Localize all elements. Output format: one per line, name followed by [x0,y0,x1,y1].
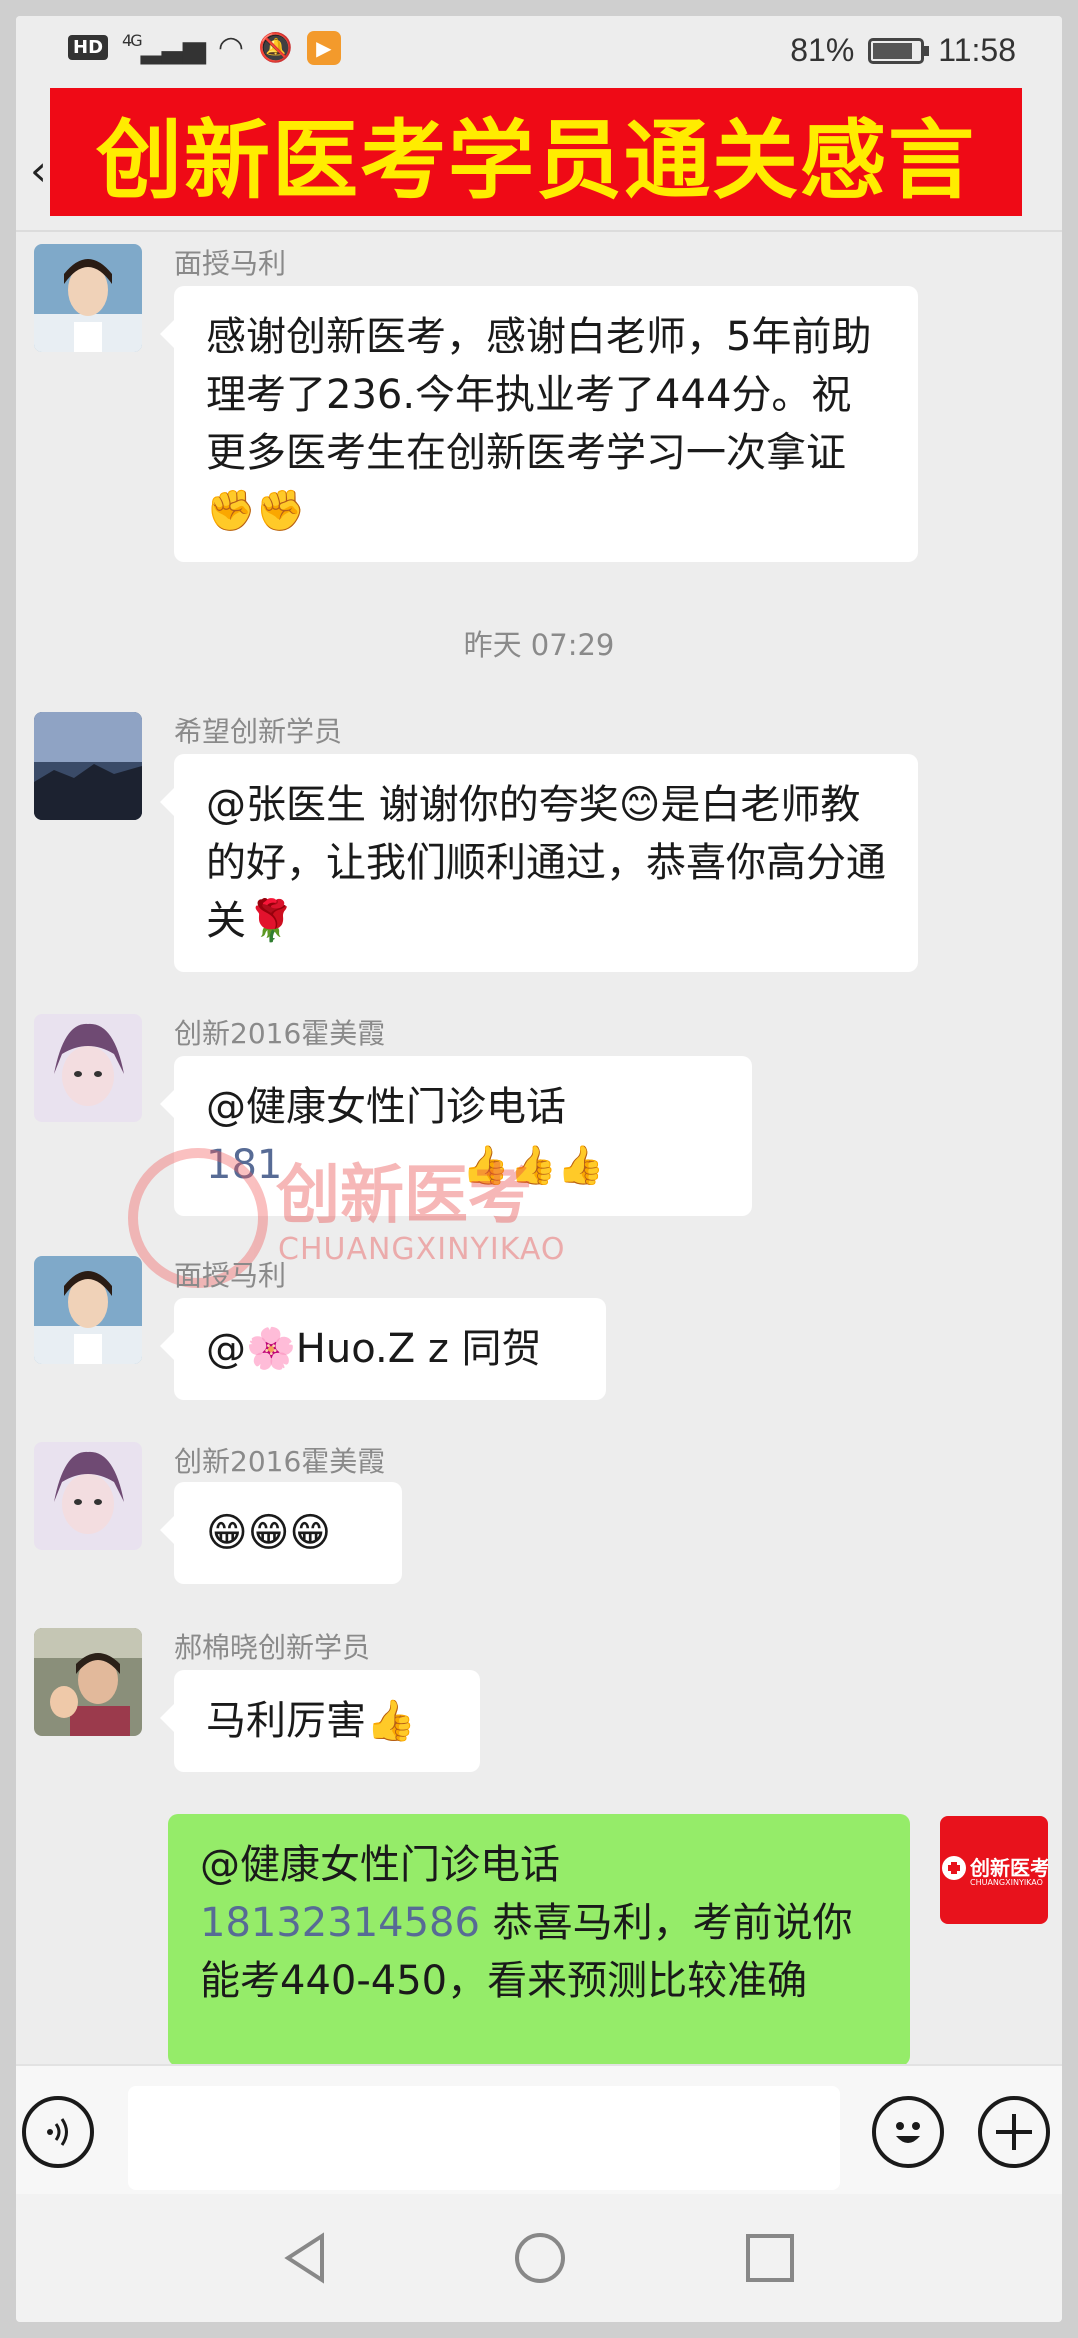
battery-percent: 81% [790,32,855,68]
nav-back-icon[interactable] [278,2230,334,2286]
message-bubble[interactable]: 😁😁😁 [160,1482,402,1584]
avatar[interactable] [34,1256,142,1364]
phone-fragment[interactable]: 181 [206,1142,282,1188]
sender-name: 希望创新学员 [174,715,343,748]
sender-name: 创新2016霍美霞 [174,1017,386,1050]
message-bubble[interactable]: 感谢创新医考，感谢白老师，5年前助理考了236.今年执业考了444分。祝更多医考… [160,286,918,562]
banner-title: 创新医考学员通关感言 [50,88,1022,216]
my-avatar[interactable]: 创新医考 CHUANGXINYIKAO [940,1816,1048,1924]
nav-recents-icon[interactable] [742,2230,798,2286]
input-bar [16,2064,1062,2194]
status-bar: HD 4G▂▃▅ ◠ 🔕 ▶ 81% 11:58 [16,16,1062,82]
message-bubble[interactable]: 马利厉害👍 [160,1670,480,1772]
system-nav-bar [16,2194,1062,2322]
plus-icon[interactable] [978,2096,1050,2168]
status-right: 81% 11:58 [790,32,1016,69]
message-line: @健康女性门诊电话 [206,1084,566,1130]
status-left: HD 4G▂▃▅ ◠ 🔕 ▶ [68,30,341,65]
hd-badge: HD [68,35,109,60]
video-app-icon: ▶ [306,30,341,65]
avatar[interactable] [34,1014,142,1122]
my-avatar-sublabel: CHUANGXINYIKAO [970,1878,1043,1887]
clock: 11:58 [938,32,1016,68]
sender-name: 面授马利 [174,247,287,280]
message-line: @健康女性门诊电话 [200,1842,560,1888]
back-arrow-icon[interactable]: ‹ [30,146,47,195]
avatar[interactable] [34,1442,142,1550]
avatar[interactable] [34,712,142,820]
nav-home-icon[interactable] [512,2230,568,2286]
header-divider [16,230,1062,232]
network-label: 4G [122,31,143,50]
emoji-icon[interactable] [872,2096,944,2168]
sender-name: 郝棉晓创新学员 [174,1631,371,1664]
message-body: 18132314586 恭喜马利，考前说你能考440-450，看来预测比较准确 [200,1894,878,2010]
battery-icon [868,37,930,64]
sender-name: 面授马利 [174,1259,287,1292]
voice-icon[interactable] [22,2096,94,2168]
wifi-icon: ◠ [217,30,244,65]
message-input[interactable] [128,2086,840,2190]
phone-screen: HD 4G▂▃▅ ◠ 🔕 ▶ 81% 11:58 ‹ 创新医考学员通关感言 面授… [16,16,1062,2322]
thumbs-up-emoji: 👍👍👍 [462,1143,605,1187]
message-bubble[interactable]: @🌸Huo.Z z 同贺 [160,1298,606,1400]
message-bubble[interactable]: @健康女性门诊电话 181 👍👍👍 [160,1056,752,1216]
avatar[interactable] [34,244,142,352]
message-line: 181 👍👍👍 [206,1136,720,1194]
battery-fill [873,42,913,59]
watermark-subtext: CHUANGXINYIKAO [278,1232,566,1267]
mute-bell-icon: 🔕 [258,31,293,64]
message-bubble[interactable]: @张医生 谢谢你的夸奖😊是白老师教的好，让我们顺利通过，恭喜你高分通关🌹 [160,754,918,972]
sender-name: 创新2016霍美霞 [174,1445,386,1478]
phone-link[interactable]: 18132314586 [200,1900,480,1946]
signal-icon: 4G▂▃▅ [122,30,206,65]
timestamp: 昨天 07:29 [463,628,615,662]
my-avatar-label: 创新医考 [970,1856,1048,1880]
avatar[interactable] [34,1628,142,1736]
my-message-bubble[interactable]: @健康女性门诊电话 18132314586 恭喜马利，考前说你能考440-450… [168,1814,910,2066]
